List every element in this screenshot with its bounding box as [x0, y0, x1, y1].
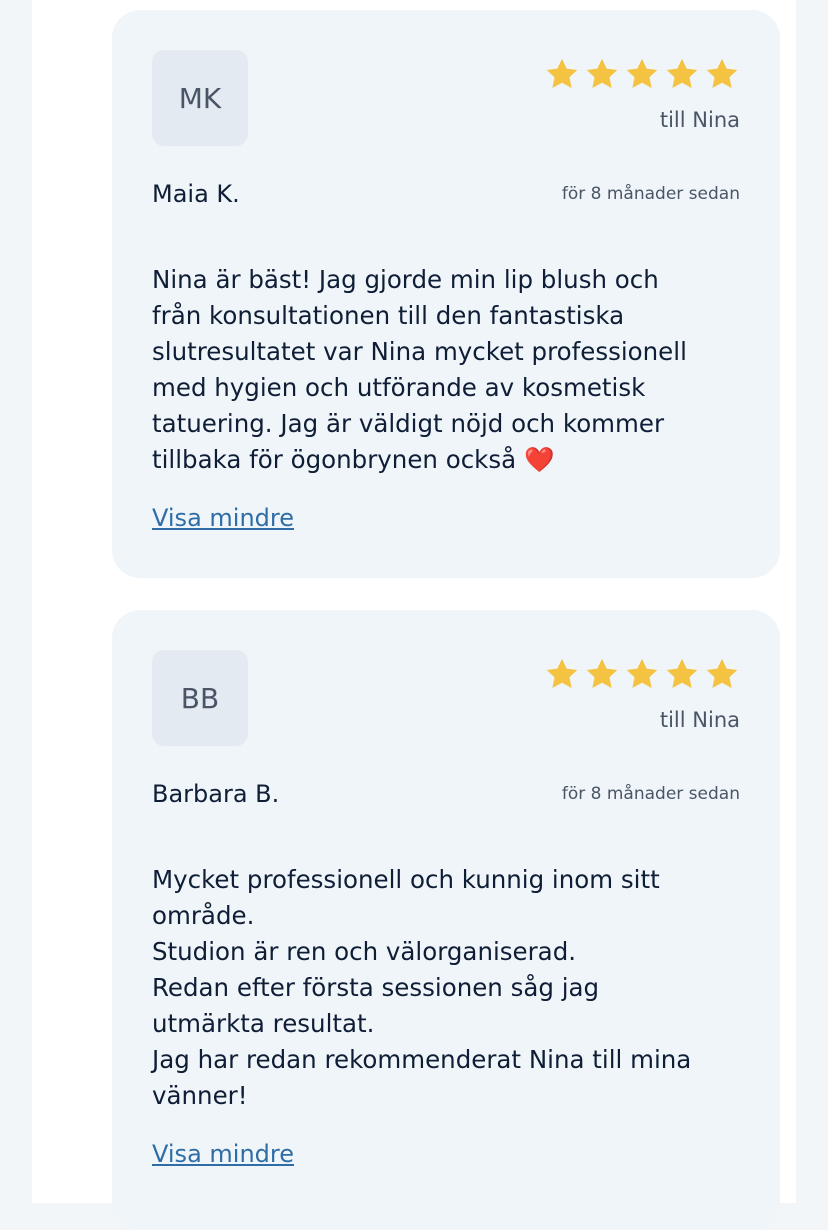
- rating-stars: [544, 56, 740, 92]
- review-card: BB till Nina Barbara B. för 8 månader se…: [112, 610, 780, 1230]
- reviews-panel: MK till Nina Maia K. för 8 månader sedan…: [32, 0, 796, 1230]
- review-text: Nina är bäst! Jag gjorde min lip blush o…: [152, 265, 687, 474]
- rating-stars: [544, 656, 740, 692]
- star-icon: [586, 658, 618, 688]
- reviewer-name: Barbara B.: [152, 780, 280, 808]
- review-card: MK till Nina Maia K. för 8 månader sedan…: [112, 10, 780, 578]
- star-icon: [626, 658, 658, 688]
- star-icon: [666, 58, 698, 88]
- star-icon: [586, 58, 618, 88]
- avatar: MK: [152, 50, 248, 146]
- star-icon: [546, 658, 578, 688]
- star-icon: [706, 58, 738, 88]
- show-less-link[interactable]: Visa mindre: [152, 1140, 294, 1168]
- star-icon: [706, 658, 738, 688]
- review-recipient: till Nina: [659, 708, 740, 732]
- review-time: för 8 månader sedan: [561, 184, 740, 204]
- star-icon: [626, 58, 658, 88]
- show-less-link[interactable]: Visa mindre: [152, 504, 294, 532]
- star-icon: [546, 58, 578, 88]
- reviewer-name: Maia K.: [152, 180, 240, 208]
- review-time: för 8 månader sedan: [561, 784, 740, 804]
- star-icon: [666, 658, 698, 688]
- avatar: BB: [152, 650, 248, 746]
- review-text: Mycket professionell och kunnig inom sit…: [152, 865, 692, 1110]
- review-recipient: till Nina: [659, 108, 740, 132]
